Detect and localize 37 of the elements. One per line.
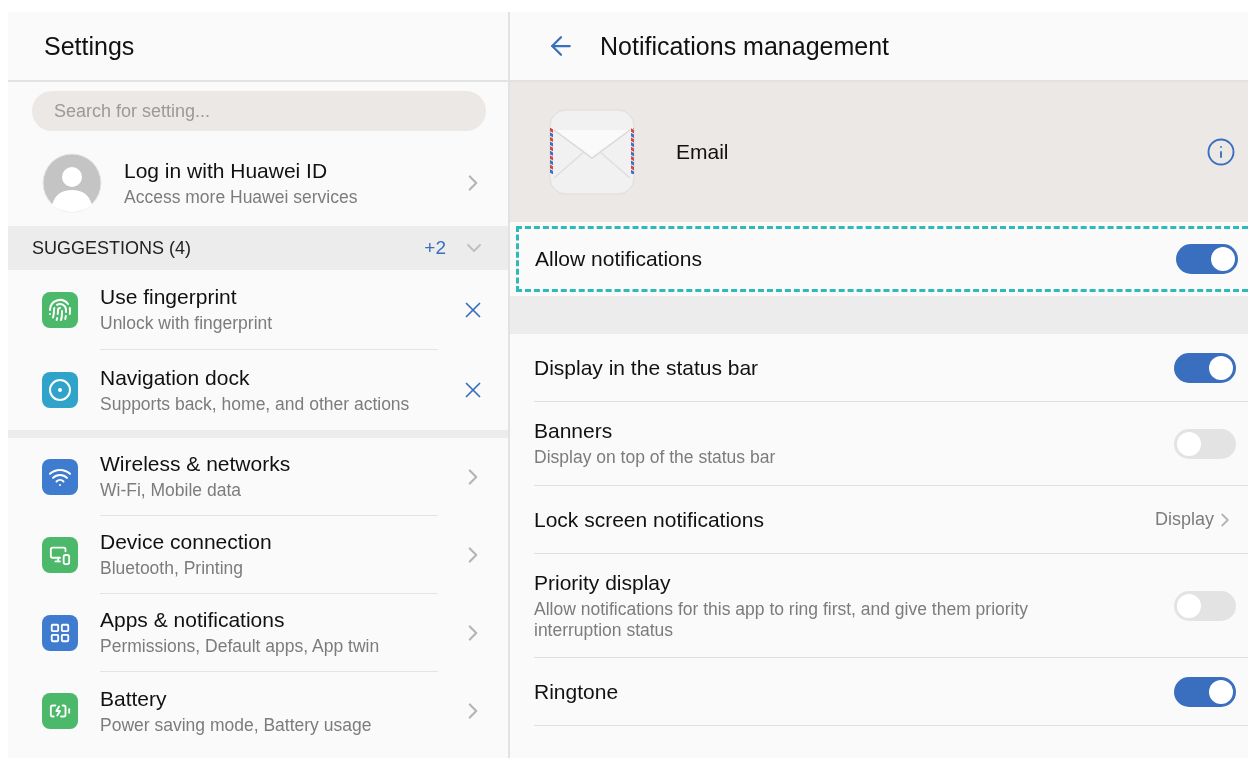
category-subtitle: Power saving mode, Battery usage bbox=[100, 714, 373, 736]
setting-label: Banners bbox=[534, 419, 614, 443]
display-option-link[interactable]: Display bbox=[1154, 508, 1236, 531]
more-count[interactable]: +2 bbox=[424, 237, 446, 259]
setting-description: Display on top of the status bar bbox=[534, 447, 777, 468]
toggle-switch[interactable] bbox=[1174, 428, 1236, 459]
suggestion-subtitle: Supports back, home, and other actions bbox=[100, 393, 411, 415]
category-subtitle: Permissions, Default apps, App twin bbox=[100, 636, 381, 657]
setting-description: Allow notifications for this app to ring first, and give them priority interruption status bbox=[534, 598, 1030, 641]
toggle-switch[interactable] bbox=[1176, 244, 1238, 274]
category-subtitle: Wi-Fi, Mobile data bbox=[100, 480, 242, 501]
account-title[interactable]: Log in with Huawei ID bbox=[124, 158, 438, 183]
toggle-switch[interactable] bbox=[1174, 352, 1236, 383]
category-title[interactable]: Wireless & networks bbox=[100, 452, 438, 476]
category-title[interactable]: Device connection bbox=[100, 530, 438, 554]
panel-title: Settings bbox=[44, 31, 135, 61]
setting-label: Allow notifications bbox=[535, 247, 703, 271]
info-icon[interactable] bbox=[1206, 137, 1236, 167]
setting-label: Display in the status bar bbox=[534, 355, 760, 380]
panel-title: Notifications management bbox=[600, 31, 890, 61]
toggle-switch[interactable] bbox=[1174, 590, 1236, 621]
category-title[interactable]: Battery bbox=[100, 686, 438, 711]
section-header: SUGGESTIONS (4) bbox=[32, 237, 193, 259]
suggestion-subtitle: Unlock with fingerprint bbox=[100, 313, 274, 334]
setting-label: Lock screen notifications bbox=[534, 507, 765, 532]
envelope-icon bbox=[548, 108, 636, 196]
avatar-icon bbox=[42, 153, 102, 213]
category-subtitle: Bluetooth, Printing bbox=[100, 558, 244, 579]
suggestion-title[interactable]: Navigation dock bbox=[100, 365, 438, 390]
search-field[interactable]: Search for setting... bbox=[32, 91, 486, 131]
toggle-switch[interactable] bbox=[1174, 676, 1236, 707]
app-name: Email bbox=[676, 140, 730, 164]
category-title[interactable]: Apps & notifications bbox=[100, 608, 438, 632]
setting-label: Ringtone bbox=[534, 679, 620, 704]
account-subtitle: Access more Huawei services bbox=[124, 186, 359, 208]
setting-label: Priority display bbox=[534, 570, 672, 595]
suggestion-title[interactable]: Use fingerprint bbox=[100, 285, 438, 309]
